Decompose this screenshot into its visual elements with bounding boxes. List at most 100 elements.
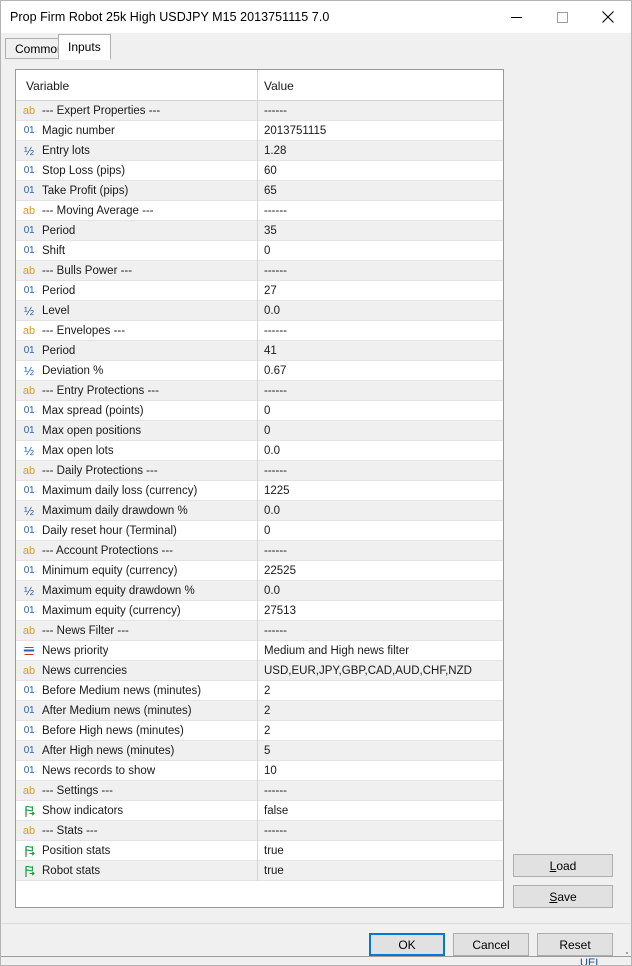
value-cell[interactable]: 2013751115 [258, 121, 503, 141]
table-row[interactable]: ½ Maximum daily drawdown % 0.0 [16, 501, 503, 521]
table-row[interactable]: 01 Before High news (minutes) 2 [16, 721, 503, 741]
table-row[interactable]: ½ Max open lots 0.0 [16, 441, 503, 461]
table-row[interactable]: 01 Period 35 [16, 221, 503, 241]
table-row[interactable]: ab --- Daily Protections --- ------ [16, 461, 503, 481]
table-row[interactable]: Robot stats true [16, 861, 503, 881]
table-row[interactable]: 01 Maximum equity (currency) 27513 [16, 601, 503, 621]
table-row[interactable]: 01 News records to show 10 [16, 761, 503, 781]
table-row[interactable]: ½ Entry lots 1.28 [16, 141, 503, 161]
variable-cell: ½ Maximum equity drawdown % [16, 581, 257, 601]
value-cell[interactable]: ------ [258, 101, 503, 121]
string-type-icon: ab [22, 464, 36, 477]
value-cell[interactable]: 27 [258, 281, 503, 301]
table-row[interactable]: Position stats true [16, 841, 503, 861]
table-row[interactable]: ½ Maximum equity drawdown % 0.0 [16, 581, 503, 601]
value-cell[interactable]: true [258, 861, 503, 881]
value-cell[interactable]: ------ [258, 821, 503, 841]
title-bar: Prop Firm Robot 25k High USDJPY M15 2013… [1, 1, 631, 33]
table-row[interactable]: 01 Daily reset hour (Terminal) 0 [16, 521, 503, 541]
minimize-button[interactable] [493, 1, 539, 33]
value-cell[interactable]: 60 [258, 161, 503, 181]
value-cell[interactable]: 2 [258, 681, 503, 701]
value-cell[interactable]: 41 [258, 341, 503, 361]
value-cell[interactable]: 2 [258, 721, 503, 741]
value-cell[interactable]: 0.0 [258, 581, 503, 601]
table-row[interactable]: ab News currencies USD,EUR,JPY,GBP,CAD,AUD… [16, 661, 503, 681]
table-row[interactable]: 01 After Medium news (minutes) 2 [16, 701, 503, 721]
table-row[interactable]: ab --- Moving Average --- ------ [16, 201, 503, 221]
table-row[interactable]: ½ Level 0.0 [16, 301, 503, 321]
value-cell[interactable]: 0 [258, 241, 503, 261]
value-cell[interactable]: 0.0 [258, 501, 503, 521]
string-type-icon: ab [22, 384, 36, 397]
save-button[interactable]: Save [513, 885, 613, 908]
value-cell[interactable]: 0 [258, 421, 503, 441]
value-cell[interactable]: 0 [258, 521, 503, 541]
reset-button[interactable]: Reset [537, 933, 613, 956]
integer-type-icon: 01 [23, 125, 35, 136]
value-cell[interactable]: 27513 [258, 601, 503, 621]
cancel-button[interactable]: Cancel [453, 933, 529, 956]
table-row[interactable]: 01 Before Medium news (minutes) 2 [16, 681, 503, 701]
variable-cell: 01 Daily reset hour (Terminal) [16, 521, 257, 541]
value-cell[interactable]: 0.0 [258, 301, 503, 321]
table-row[interactable]: 01 Shift 0 [16, 241, 503, 261]
value-cell[interactable]: ------ [258, 381, 503, 401]
variable-cell: 01 Shift [16, 241, 257, 261]
table-row[interactable]: Show indicators false [16, 801, 503, 821]
value-cell[interactable]: 5 [258, 741, 503, 761]
value-cell[interactable]: 22525 [258, 561, 503, 581]
value-cell[interactable]: USD,EUR,JPY,GBP,CAD,AUD,CHF,NZD [258, 661, 503, 681]
value-cell[interactable]: ------ [258, 321, 503, 341]
table-row[interactable]: ½ Deviation % 0.67 [16, 361, 503, 381]
value-cell[interactable]: 10 [258, 761, 503, 781]
load-button[interactable]: Load [513, 854, 613, 877]
table-row[interactable]: 01 Max open positions 0 [16, 421, 503, 441]
table-row[interactable]: ab --- Envelopes --- ------ [16, 321, 503, 341]
value-cell[interactable]: ------ [258, 261, 503, 281]
value-cell[interactable]: 0.67 [258, 361, 503, 381]
table-row[interactable]: 01 Maximum daily loss (currency) 1225 [16, 481, 503, 501]
table-row[interactable]: ab --- Account Protections --- ------ [16, 541, 503, 561]
value-cell[interactable]: ------ [258, 621, 503, 641]
expert-properties-dialog: Prop Firm Robot 25k High USDJPY M15 2013… [0, 0, 632, 966]
value-cell[interactable]: 1225 [258, 481, 503, 501]
tab-inputs[interactable]: Inputs [58, 34, 111, 60]
value-cell[interactable]: ------ [258, 541, 503, 561]
value-cell[interactable]: 1.28 [258, 141, 503, 161]
table-row[interactable]: News priority Medium and High news filter [16, 641, 503, 661]
value-cell[interactable]: ------ [258, 201, 503, 221]
table-row[interactable]: 01 Take Profit (pips) 65 [16, 181, 503, 201]
value-cell[interactable]: 65 [258, 181, 503, 201]
table-row[interactable]: ab --- Settings --- ------ [16, 781, 503, 801]
table-row[interactable]: 01 Max spread (points) 0 [16, 401, 503, 421]
value-cell[interactable]: Medium and High news filter [258, 641, 503, 661]
table-row[interactable]: 01 Period 41 [16, 341, 503, 361]
value-cell[interactable]: 0 [258, 401, 503, 421]
value-cell[interactable]: true [258, 841, 503, 861]
table-row[interactable]: ab --- Stats --- ------ [16, 821, 503, 841]
value-cell[interactable]: 2 [258, 701, 503, 721]
string-type-icon: ab [22, 104, 36, 117]
table-row[interactable]: 01 Magic number 2013751115 [16, 121, 503, 141]
table-row[interactable]: 01 Stop Loss (pips) 60 [16, 161, 503, 181]
table-row[interactable]: ab --- Expert Properties --- ------ [16, 101, 503, 121]
table-row[interactable]: ab --- Entry Protections --- ------ [16, 381, 503, 401]
maximize-button[interactable] [539, 1, 585, 33]
close-button[interactable] [585, 1, 631, 33]
value-cell[interactable]: 35 [258, 221, 503, 241]
boolean-type-icon [20, 845, 38, 858]
table-row[interactable]: 01 Minimum equity (currency) 22525 [16, 561, 503, 581]
value-cell[interactable]: false [258, 801, 503, 821]
table-row[interactable]: ab --- Bulls Power --- ------ [16, 261, 503, 281]
value-cell[interactable]: 0.0 [258, 441, 503, 461]
table-row[interactable]: 01 After High news (minutes) 5 [16, 741, 503, 761]
value-cell[interactable]: ------ [258, 781, 503, 801]
ok-button[interactable]: OK [369, 933, 445, 956]
inputs-grid[interactable]: Variable Value ab --- Expert Properties -… [15, 69, 504, 908]
table-row[interactable]: 01 Period 27 [16, 281, 503, 301]
value-cell[interactable]: ------ [258, 461, 503, 481]
table-row[interactable]: ab --- News Filter --- ------ [16, 621, 503, 641]
variable-label: --- Envelopes --- [42, 325, 126, 337]
maximize-icon [556, 11, 568, 23]
